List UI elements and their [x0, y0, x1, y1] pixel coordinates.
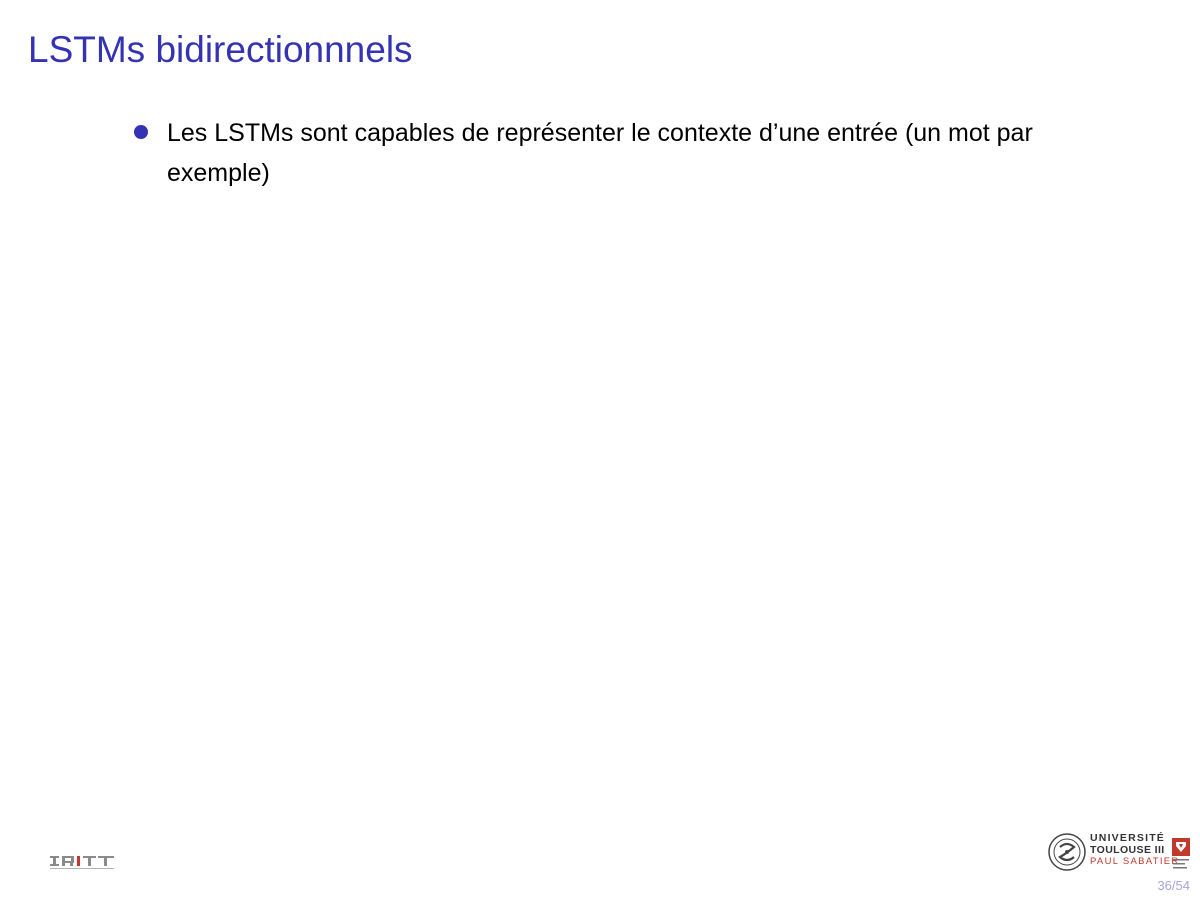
page-number: 36/54	[1157, 878, 1190, 893]
university-logo: UNIVERSITÉ TOULOUSE III PAUL SABATIER	[1048, 830, 1192, 874]
university-line1: UNIVERSITÉ	[1090, 832, 1166, 844]
irit-logo-icon	[48, 854, 116, 872]
bullet-list: Les LSTMs sont capables de représenter l…	[131, 113, 1111, 193]
university-emblem-icon	[1172, 838, 1190, 869]
bullet-item: Les LSTMs sont capables de représenter l…	[131, 113, 1111, 193]
bullet-text: Les LSTMs sont capables de représenter l…	[167, 119, 1033, 187]
university-line2: TOULOUSE III	[1090, 844, 1165, 856]
university-name: UNIVERSITÉ TOULOUSE III PAUL SABATIER	[1090, 832, 1180, 868]
university-line3: PAUL SABATIER	[1090, 856, 1180, 867]
bullet-dot-icon	[134, 125, 148, 139]
slide-title: LSTMs bidirectionnnels	[28, 29, 413, 70]
university-seal-icon	[1048, 833, 1086, 871]
